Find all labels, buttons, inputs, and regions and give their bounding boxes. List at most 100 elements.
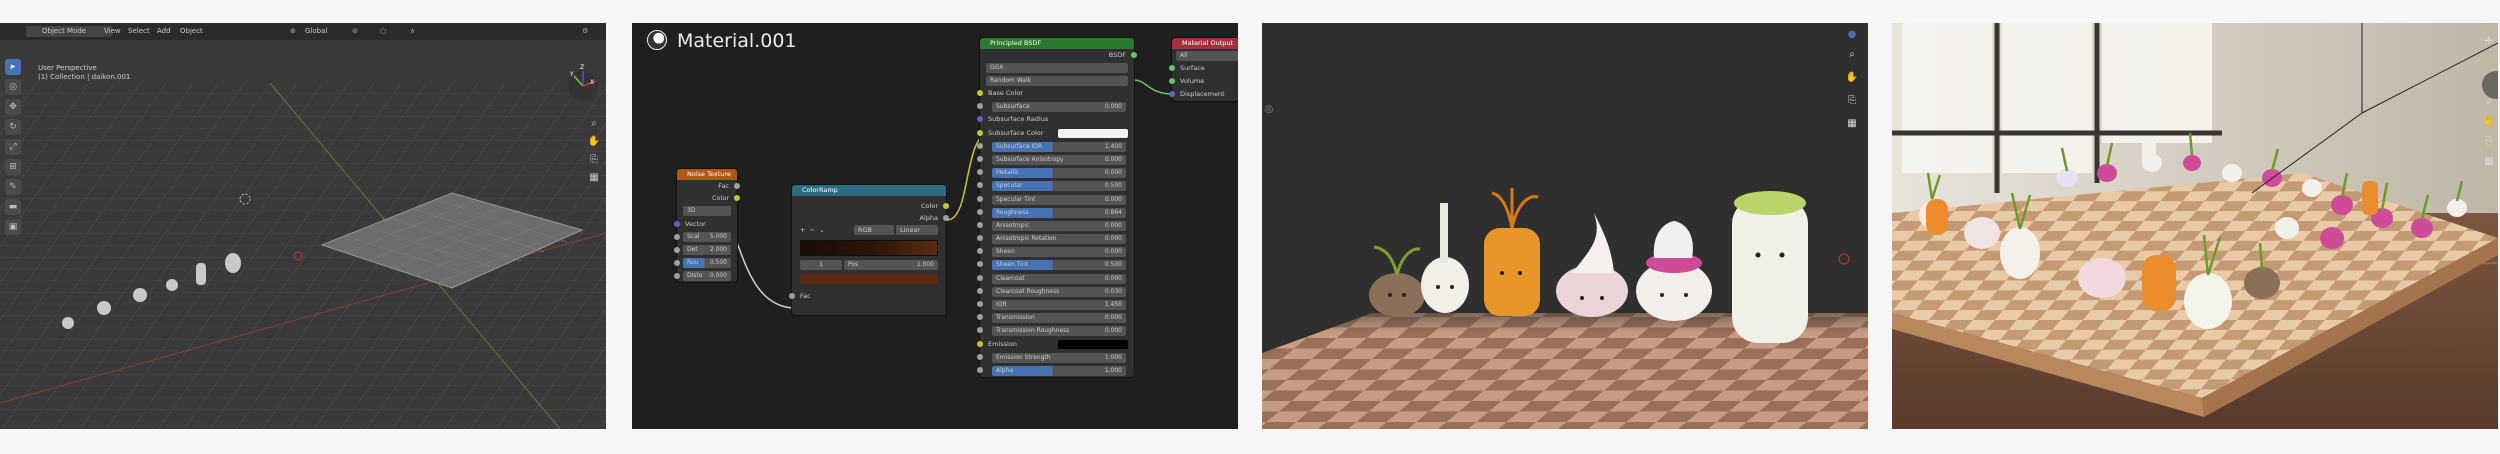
- socket[interactable]: [977, 155, 983, 162]
- noise-detail-field[interactable]: Det 2.000: [683, 245, 731, 255]
- emission-strength-field[interactable]: Emission Strength 1.000: [992, 352, 1126, 363]
- add-stop-icon[interactable]: +: [800, 226, 805, 234]
- annotate-icon[interactable]: ✎: [5, 179, 21, 195]
- socket[interactable]: [977, 340, 983, 347]
- socket[interactable]: [977, 353, 983, 360]
- grid-icon[interactable]: ▦: [587, 172, 601, 183]
- ramp-interpolation[interactable]: Linear: [896, 225, 938, 235]
- remove-stop-icon[interactable]: −: [810, 226, 815, 234]
- socket[interactable]: [674, 234, 680, 240]
- transform-icon[interactable]: ⊞: [5, 159, 21, 175]
- clearcoat-field[interactable]: Clearcoat 0.000: [992, 273, 1126, 284]
- color-ramp-gradient[interactable]: [800, 240, 938, 256]
- camera-icon[interactable]: ⎘: [1845, 94, 1859, 108]
- subsurface-field[interactable]: Subsurface 0.000: [992, 102, 1126, 113]
- socket[interactable]: [734, 183, 740, 189]
- zoom-icon[interactable]: ⌕: [587, 118, 601, 129]
- socket[interactable]: [977, 274, 983, 281]
- gizmo-icon[interactable]: ✛: [2482, 35, 2496, 49]
- transmission-roughness-field[interactable]: Transmission Roughness 0.000: [992, 326, 1126, 337]
- subsurface-color-swatch[interactable]: [1058, 128, 1128, 138]
- bsdf-distribution-select[interactable]: GGX: [986, 63, 1128, 73]
- socket[interactable]: [674, 260, 680, 266]
- specular-field[interactable]: Specular 0.500: [992, 181, 1126, 192]
- socket[interactable]: [674, 247, 680, 253]
- socket[interactable]: [977, 129, 983, 136]
- socket[interactable]: [674, 273, 680, 279]
- sheen-field[interactable]: Sheen 0.000: [992, 247, 1126, 258]
- zoom-icon[interactable]: ⌕: [1845, 48, 1859, 62]
- socket[interactable]: [943, 203, 949, 209]
- noise-texture-node[interactable]: Noise Texture Fac Color 3D Vector Scal 5.…: [674, 169, 740, 282]
- socket[interactable]: [977, 235, 983, 242]
- socket[interactable]: [977, 261, 983, 268]
- add-cube-icon[interactable]: ▣: [5, 219, 21, 235]
- camera-icon[interactable]: ⎘: [2482, 135, 2496, 149]
- principled-bsdf-node[interactable]: Principled BSDF BSDF GGX Random Walk Bas…: [977, 38, 1137, 378]
- ramp-stop-index[interactable]: 1: [800, 260, 842, 270]
- snap-icon[interactable]: ⊘: [352, 23, 358, 40]
- noise-distortion-field[interactable]: Disto 0.000: [683, 271, 731, 281]
- node-editor-panel[interactable]: Material.001 Noise Texture Fac Color 3D …: [632, 23, 1238, 429]
- move-icon[interactable]: ✥: [5, 99, 21, 115]
- socket[interactable]: [943, 215, 949, 221]
- ior-field[interactable]: IOR 1.450: [992, 300, 1126, 310]
- viewport-panel[interactable]: Object Mode View Select Add Object Globa…: [0, 23, 606, 429]
- transmission-field[interactable]: Transmission 0.000: [992, 313, 1126, 324]
- output-node-header[interactable]: Material Output: [1172, 38, 1238, 49]
- socket[interactable]: [977, 314, 983, 321]
- proportional-icon[interactable]: ○: [380, 23, 386, 40]
- ramp-color-mode[interactable]: RGB: [854, 225, 894, 235]
- subsurface-ior-field[interactable]: Subsurface IOR 1.400: [992, 141, 1126, 152]
- socket[interactable]: [977, 182, 983, 189]
- anisotropic-field[interactable]: Anisotropic 0.000: [992, 220, 1126, 231]
- gizmo-z[interactable]: Z: [580, 64, 584, 71]
- socket[interactable]: [977, 169, 983, 176]
- noise-roughness-field[interactable]: Rou 0.500: [683, 258, 731, 268]
- final-render-panel[interactable]: ✛ ⌕ ✋ ⎘ ▦: [1892, 23, 2498, 429]
- noise-node-header[interactable]: Noise Texture: [677, 169, 737, 180]
- scale-icon[interactable]: ⤢: [5, 139, 21, 155]
- grid-icon[interactable]: ▦: [1845, 117, 1859, 131]
- socket[interactable]: [1169, 78, 1175, 84]
- select-icon[interactable]: ▸: [5, 59, 21, 75]
- noise-dimension-select[interactable]: 3D: [683, 206, 731, 216]
- clearcoat-roughness-field[interactable]: Clearcoat Roughness 0.030: [992, 286, 1126, 297]
- menu-object[interactable]: Object: [180, 23, 203, 40]
- gizmo-dot-icon[interactable]: ●: [1845, 28, 1859, 42]
- camera-icon[interactable]: ⎘: [587, 154, 601, 165]
- render-preview-panel[interactable]: ● ⌕ ✋ ⎘ ▦ ◎: [1262, 23, 1868, 429]
- ramp-stop-color[interactable]: [800, 274, 938, 284]
- socket[interactable]: [977, 208, 983, 215]
- output-target-select[interactable]: All: [1176, 51, 1238, 61]
- hand-icon[interactable]: ✋: [1845, 71, 1859, 85]
- socket[interactable]: [1169, 91, 1175, 97]
- sheen-tint-field[interactable]: Sheen Tint 0.500: [992, 260, 1126, 271]
- socket[interactable]: [1169, 65, 1175, 71]
- noise-scale-field[interactable]: Scal 5.000: [683, 232, 731, 242]
- rotate-icon[interactable]: ↻: [5, 119, 21, 135]
- colorramp-node-header[interactable]: ColorRamp: [792, 185, 946, 196]
- roughness-field[interactable]: Roughness 0.864: [992, 207, 1126, 218]
- socket[interactable]: [977, 116, 983, 123]
- socket[interactable]: [977, 327, 983, 334]
- socket[interactable]: [977, 103, 983, 110]
- chevron-down-icon[interactable]: ⌄: [819, 226, 824, 234]
- socket[interactable]: [977, 142, 983, 149]
- socket[interactable]: [1131, 52, 1137, 58]
- socket[interactable]: [977, 195, 983, 202]
- socket[interactable]: [977, 366, 983, 373]
- socket[interactable]: [674, 221, 680, 227]
- socket[interactable]: [977, 248, 983, 255]
- transform-orientation[interactable]: Global: [305, 23, 327, 40]
- socket[interactable]: [977, 301, 983, 307]
- socket[interactable]: [977, 221, 983, 228]
- metallic-field[interactable]: Metallic 0.000: [992, 168, 1126, 179]
- bsdf-node-header[interactable]: Principled BSDF: [980, 38, 1134, 49]
- menu-add[interactable]: Add: [157, 23, 171, 40]
- menu-view[interactable]: View: [104, 23, 121, 40]
- socket[interactable]: [789, 293, 795, 299]
- gizmo-y[interactable]: Y: [570, 71, 574, 78]
- bsdf-subsurface-method-select[interactable]: Random Walk: [986, 76, 1128, 86]
- menu-select[interactable]: Select: [128, 23, 150, 40]
